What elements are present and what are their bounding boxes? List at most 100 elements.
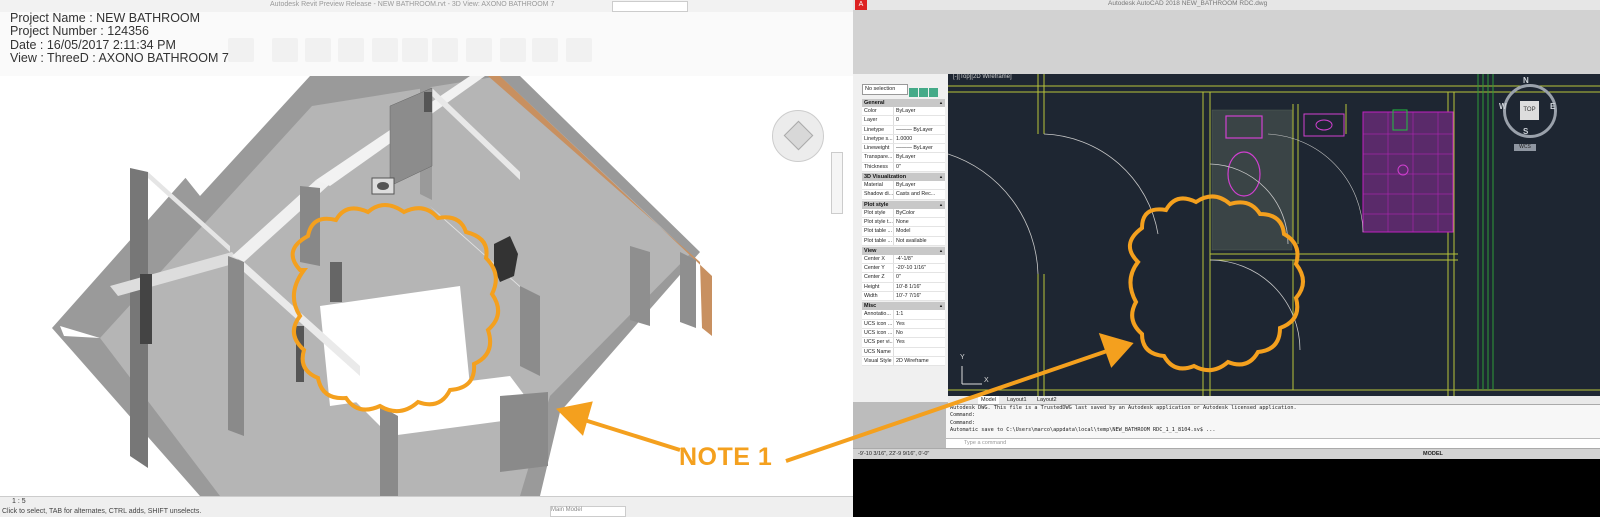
autocad-bottom-bar <box>853 459 1600 517</box>
ribbon-tool[interactable] <box>228 38 254 62</box>
ribbon-tool[interactable] <box>466 38 492 62</box>
autocad-drawing-area[interactable]: [-][Top][2D Wireframe] Y X TOP N S W E W… <box>948 74 1600 396</box>
property-row[interactable]: Thickness 0" <box>862 162 945 173</box>
property-row[interactable]: Plot style t... None <box>862 217 945 228</box>
property-row[interactable]: Linetype s... 1.0000 <box>862 134 945 145</box>
tab-layout1[interactable]: Layout1 <box>1004 396 1030 404</box>
wcs-menu[interactable]: WCS <box>1514 144 1536 151</box>
viewport-label[interactable]: [-][Top][2D Wireframe] <box>953 74 1012 80</box>
revit-search-input[interactable] <box>612 1 688 12</box>
property-row[interactable]: Center Z 0" <box>862 273 945 283</box>
ribbon-tool[interactable] <box>432 38 458 62</box>
property-name: Material <box>862 181 894 190</box>
property-value[interactable]: Model <box>894 227 945 235</box>
model-space-toggle[interactable]: MODEL <box>1423 451 1443 457</box>
properties-section-header[interactable]: General <box>862 99 945 107</box>
ribbon-tool[interactable] <box>305 38 331 62</box>
property-row[interactable]: Visual Style 2D Wireframe <box>862 356 945 367</box>
property-value[interactable]: No <box>894 329 945 337</box>
property-row[interactable]: UCS per vi... Yes <box>862 338 945 348</box>
property-value[interactable]: ——— ByLayer <box>894 126 945 134</box>
quick-select-icon[interactable] <box>929 88 938 97</box>
property-name: Center X <box>862 254 894 264</box>
property-row[interactable]: Transpare... ByLayer <box>862 153 945 163</box>
property-row[interactable]: Plot table ... Model <box>862 227 945 237</box>
property-value[interactable]: 0" <box>894 163 945 171</box>
property-value[interactable]: 2D Wireframe <box>894 357 945 365</box>
property-row[interactable]: Plot table ... Not available <box>862 236 945 246</box>
active-model-select[interactable]: Main Model <box>550 506 626 517</box>
property-value[interactable]: Not available <box>894 237 945 245</box>
view-scale[interactable]: 1 : 5 <box>12 498 26 505</box>
autocad-app-button[interactable]: A <box>855 0 867 10</box>
property-name: Color <box>862 107 894 116</box>
property-row[interactable]: Linetype ——— ByLayer <box>862 125 945 135</box>
property-row[interactable]: Material ByLayer <box>862 181 945 191</box>
property-value[interactable]: 1.0000 <box>894 135 945 143</box>
property-value[interactable]: 1:1 <box>894 310 945 318</box>
revit-viewcube[interactable] <box>772 110 824 162</box>
ucs-x-label: X <box>984 377 989 384</box>
viewcube-face[interactable] <box>783 120 814 151</box>
property-value[interactable]: ByLayer <box>894 181 945 189</box>
compass-west[interactable]: W <box>1499 102 1507 111</box>
property-row[interactable]: UCS Name <box>862 347 945 357</box>
property-row[interactable]: Width 10'-7 7/16" <box>862 292 945 302</box>
property-row[interactable]: UCS icon ... Yes <box>862 319 945 329</box>
property-value[interactable]: ByColor <box>894 209 945 217</box>
property-row[interactable]: Layer 0 <box>862 116 945 126</box>
property-row[interactable]: Shadow di... Casts and Rec... <box>862 190 945 200</box>
property-value[interactable]: -4'-1/8" <box>894 255 945 263</box>
property-value[interactable]: 0" <box>894 273 945 281</box>
toggle-pickadd-icon[interactable] <box>909 88 918 97</box>
property-value[interactable]: 10'-8 1/16" <box>894 283 945 291</box>
properties-section-header[interactable]: 3D Visualization <box>862 173 945 182</box>
property-row[interactable]: Center X -4'-1/8" <box>862 254 945 265</box>
property-value[interactable]: 0 <box>894 116 945 124</box>
compass-east[interactable]: E <box>1550 102 1555 111</box>
ribbon-tool[interactable] <box>566 38 592 62</box>
revit-navigation-bar[interactable] <box>831 152 843 214</box>
property-row[interactable]: Height 10'-8 1/16" <box>862 282 945 293</box>
selection-dropdown[interactable]: No selection <box>862 84 908 95</box>
properties-section-header[interactable]: View <box>862 246 945 255</box>
compass-south[interactable]: S <box>1523 127 1528 136</box>
ribbon-tool[interactable] <box>272 38 298 62</box>
ribbon-tool[interactable] <box>532 38 558 62</box>
property-value[interactable]: ——— ByLayer <box>894 144 945 152</box>
property-row[interactable]: Lineweight ——— ByLayer <box>862 144 945 154</box>
autocad-title: Autodesk AutoCAD 2018 NEW_BATHROOM RDC.d… <box>1108 0 1268 7</box>
properties-section-header[interactable]: Misc <box>862 302 945 311</box>
property-value[interactable]: 10'-7 7/16" <box>894 292 945 300</box>
viewcube-top-face[interactable]: TOP <box>1520 101 1539 120</box>
property-value[interactable]: ByLayer <box>894 107 945 115</box>
revit-3d-view[interactable] <box>0 76 853 496</box>
property-name: Shadow di... <box>864 190 894 199</box>
property-value[interactable]: Yes <box>894 338 945 346</box>
property-value[interactable]: -20'-10 1/16" <box>894 264 945 272</box>
property-row[interactable]: Plot style ByColor <box>862 208 945 218</box>
ribbon-tool[interactable] <box>402 38 428 62</box>
property-row[interactable]: Color ByLayer <box>862 107 945 117</box>
ucs-y-label: Y <box>960 354 965 361</box>
ribbon-tool[interactable] <box>338 38 364 62</box>
property-value[interactable]: Yes <box>894 320 945 328</box>
select-objects-icon[interactable] <box>919 88 928 97</box>
autocad-viewcube[interactable]: TOP <box>1503 84 1557 138</box>
cursor-coordinates[interactable]: -9'-10 3/16", 22'-9 9/16", 0'-0" <box>858 451 929 457</box>
property-name: Center Y <box>862 264 894 273</box>
tab-layout2[interactable]: Layout2 <box>1034 396 1060 404</box>
properties-section-header[interactable]: Plot style <box>862 200 945 209</box>
property-row[interactable]: Center Y -20'-10 1/16" <box>862 264 945 274</box>
compass-north[interactable]: N <box>1523 76 1529 85</box>
tab-model[interactable]: Model <box>978 396 999 404</box>
property-value[interactable] <box>894 348 945 356</box>
property-row[interactable]: Annotatio... 1:1 <box>862 310 945 320</box>
property-value[interactable]: ByLayer <box>894 153 945 161</box>
ribbon-tool[interactable] <box>500 38 526 62</box>
property-row[interactable]: UCS icon ... No <box>862 328 945 339</box>
property-value[interactable]: None <box>894 218 945 226</box>
property-name: UCS icon ... <box>864 328 894 338</box>
ribbon-tool[interactable] <box>372 38 398 62</box>
property-value[interactable]: Casts and Rec... <box>894 190 945 198</box>
